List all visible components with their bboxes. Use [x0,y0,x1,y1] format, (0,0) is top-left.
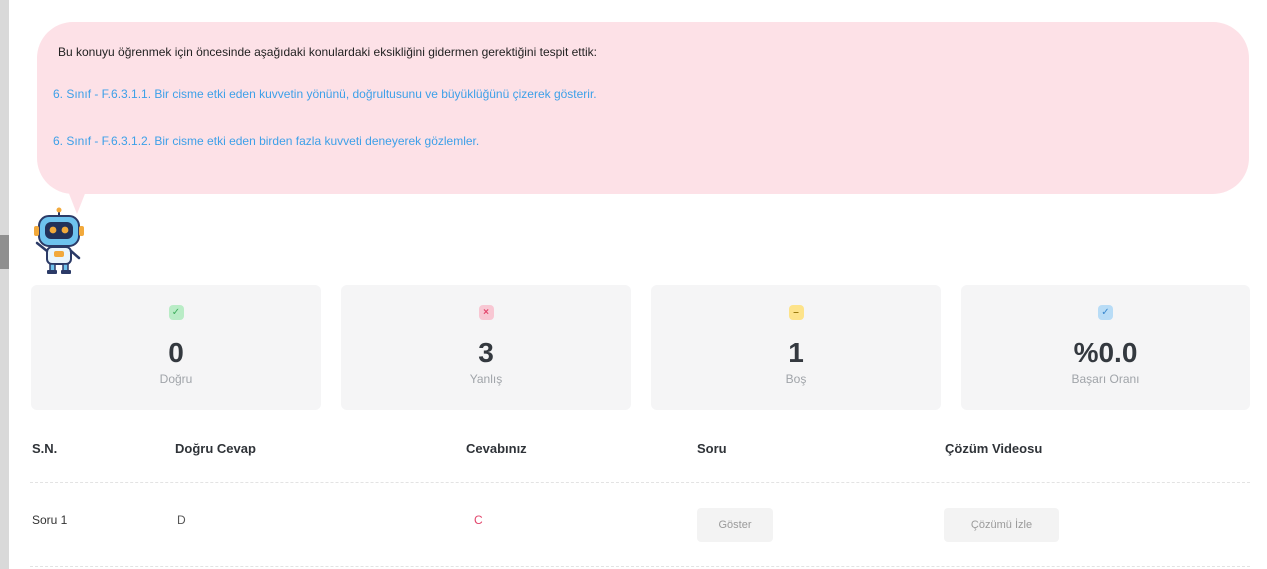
left-rail [0,0,9,569]
check-icon: ✓ [168,305,184,320]
column-header-sn: S.N. [32,441,58,456]
stat-value: 1 [788,337,804,368]
row-your-answer: C [474,513,483,527]
row-question-number: Soru 1 [32,513,68,527]
stat-value: 0 [168,337,184,368]
bookmark-icon: ✓ [1098,305,1113,320]
stat-value: 3 [478,337,494,368]
table-divider [30,482,1250,483]
stat-label: Doğru [159,372,193,386]
stat-card-success-rate: ✓ %0.0 Başarı Oranı [961,285,1250,410]
message-intro: Bu konuyu öğrenmek için öncesinde aşağıd… [58,45,597,59]
stat-card-wrong: × 3 Yanlış [341,285,631,410]
stat-label: Boş [785,372,807,386]
stat-card-correct: ✓ 0 Doğru [31,285,321,410]
watch-solution-button[interactable]: Çözümü İzle [944,508,1059,542]
column-header-solution-video: Çözüm Videosu [945,441,1043,456]
prerequisite-topic-link[interactable]: 6. Sınıf - F.6.3.1.1. Bir cisme etki ede… [53,87,597,101]
x-icon: × [478,305,494,320]
row-correct-answer: D [177,513,186,527]
column-header-your-answer: Cevabınız [466,441,527,456]
column-header-correct-answer: Doğru Cevap [175,441,256,456]
stat-card-blank: – 1 Boş [651,285,941,410]
stat-label: Yanlış [469,372,503,386]
rail-band [0,235,9,269]
column-header-question: Soru [697,441,727,456]
stat-value: %0.0 [1073,337,1138,368]
prerequisite-topic-link[interactable]: 6. Sınıf - F.6.3.1.2. Bir cisme etki ede… [53,134,479,148]
dash-icon: – [788,305,804,320]
stat-label: Başarı Oranı [1071,372,1140,386]
robot-mascot-icon [34,207,84,274]
show-question-button[interactable]: Göster [697,508,773,542]
prerequisite-message-bubble: Bu konuyu öğrenmek için öncesinde aşağıd… [37,22,1249,194]
table-divider [30,566,1250,567]
